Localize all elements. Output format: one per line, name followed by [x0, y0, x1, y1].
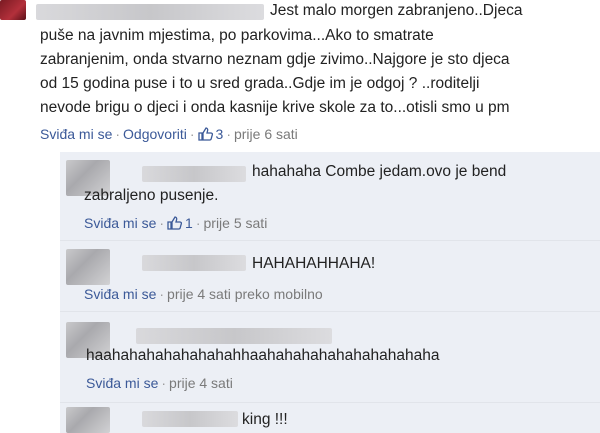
reply-comment: haahahahahahahahahhaahahahahahahahahahah…	[60, 312, 600, 403]
reply-text-line: haahahahahahahahahhaahahahahahahahahahah…	[86, 347, 440, 364]
comment-text-line: Jest malo morgen zabranjeno..Djeca	[270, 2, 523, 19]
like-count[interactable]: 3	[197, 126, 223, 145]
commenter-name[interactable]	[36, 4, 264, 20]
reply-button[interactable]: Odgovoriti	[123, 126, 187, 142]
commenter-name[interactable]	[142, 255, 246, 271]
comment-text-line: od 15 godina puse i to u sred grada..Gdj…	[40, 75, 480, 92]
reply-text-line: king !!!	[242, 411, 288, 428]
separator: ·	[159, 215, 165, 231]
timestamp[interactable]: prije 5 sati	[204, 215, 268, 231]
separator: ·	[189, 126, 195, 142]
separator: ·	[226, 126, 231, 142]
reply-actions: Sviđa mi se · prije 4 sati	[86, 374, 233, 392]
avatar[interactable]	[66, 407, 110, 433]
timestamp[interactable]: prije 6 sati	[234, 126, 298, 142]
like-button[interactable]: Sviđa mi se	[84, 215, 156, 231]
thumbs-up-icon	[167, 216, 183, 234]
comment-text-line: puše na javnim mjestima, po parkovima...…	[40, 27, 434, 44]
commenter-name[interactable]	[142, 411, 238, 427]
like-count[interactable]: 1	[167, 215, 193, 231]
main-comment: Jest malo morgen zabranjeno..Djeca puše …	[0, 0, 600, 152]
reply-comment: king !!!	[60, 403, 600, 433]
reply-actions: Sviđa mi se · prije 4 sati preko mobilno	[84, 285, 323, 303]
reply-comment: hahahaha Combe jedam.ovo je bend zabralj…	[60, 152, 600, 241]
timestamp[interactable]: prije 4 sati	[169, 375, 233, 391]
reply-text-line: HAHAHAHHAHA!	[252, 255, 376, 272]
separator: ·	[115, 126, 121, 142]
like-button[interactable]: Sviđa mi se	[86, 375, 158, 391]
reply-actions: Sviđa mi se · 1 · prije 5 sati	[84, 214, 267, 234]
avatar[interactable]	[0, 0, 26, 20]
separator: ·	[195, 215, 201, 231]
reply-comment: HAHAHAHHAHA! Sviđa mi se · prije 4 sati pr…	[60, 241, 600, 312]
separator: ·	[159, 286, 165, 302]
comment-actions: Sviđa mi se · Odgovoriti · 3 · prije 6 sati	[40, 125, 298, 145]
like-button[interactable]: Sviđa mi se	[40, 126, 112, 142]
thumbs-up-icon	[197, 127, 213, 145]
comment-text-line: nevode brigu o djeci i onda kasnije kriv…	[40, 99, 510, 116]
comment-text-line: zabranjenim, onda stvarno neznam gdje zi…	[40, 51, 510, 68]
separator: ·	[161, 375, 167, 391]
avatar[interactable]	[66, 249, 110, 285]
reply-text-line: zabraljeno pusenje.	[84, 187, 219, 204]
like-button[interactable]: Sviđa mi se	[84, 286, 156, 302]
commenter-name[interactable]	[136, 328, 332, 344]
timestamp[interactable]: prije 4 sati preko mobilno	[167, 286, 323, 302]
reply-text-line: hahahaha Combe jedam.ovo je bend	[252, 163, 507, 180]
commenter-name[interactable]	[142, 166, 246, 182]
